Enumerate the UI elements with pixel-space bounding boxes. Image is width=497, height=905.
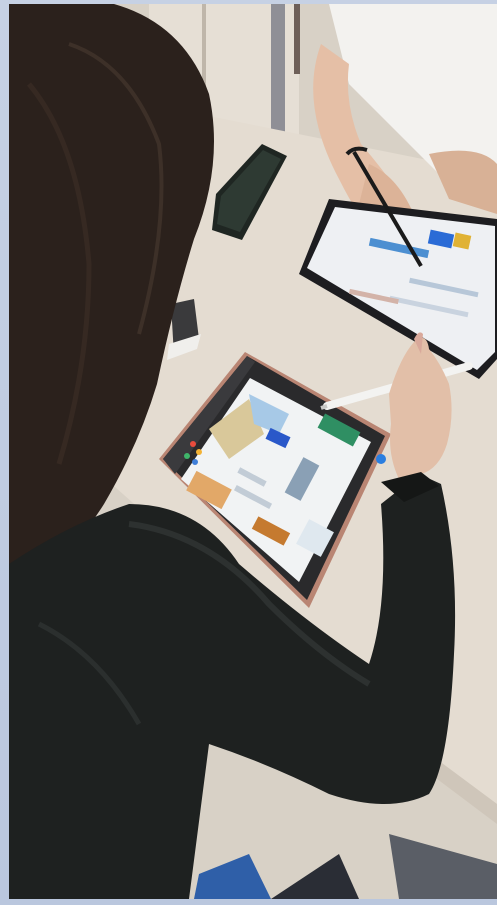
image-frame [0, 0, 497, 905]
photo [9, 4, 497, 899]
photo-illustration [9, 4, 497, 899]
chair-leg [271, 4, 285, 144]
